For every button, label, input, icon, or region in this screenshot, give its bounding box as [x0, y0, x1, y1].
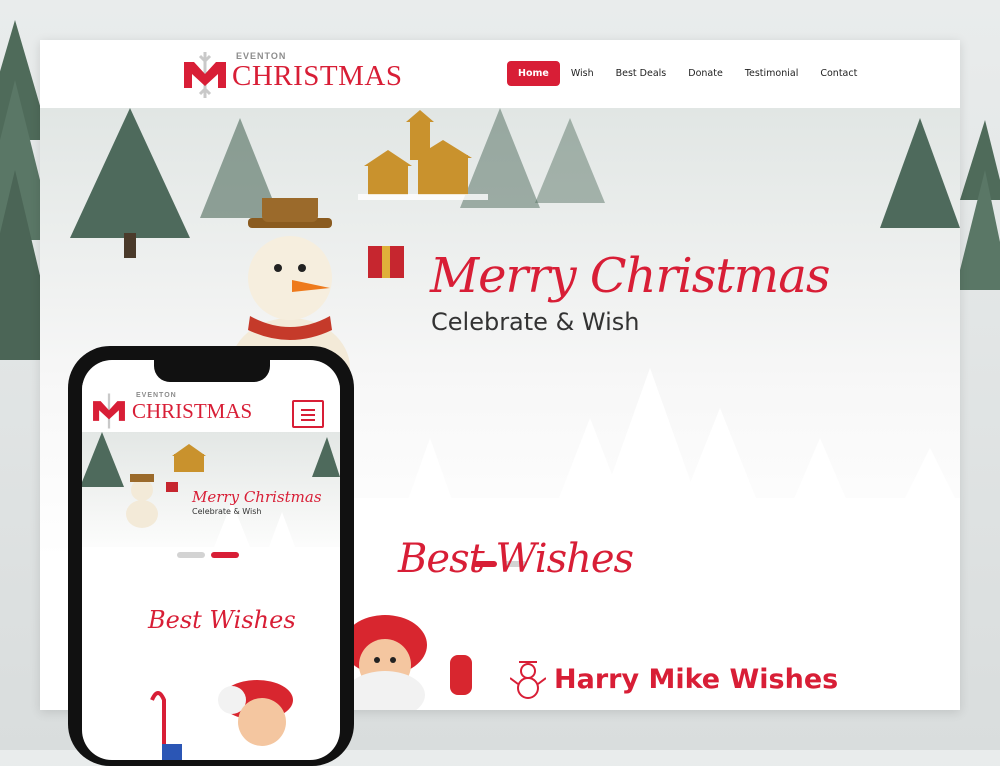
mobile-hero-subtitle: Celebrate & Wish — [192, 507, 262, 516]
mobile-hero-slider: Merry Christmas Celebrate & Wish — [82, 432, 340, 560]
nav-item-contact[interactable]: Contact — [809, 61, 868, 86]
nav-item-best-deals[interactable]: Best Deals — [605, 61, 678, 86]
mobile-logo-small-text: EVENTON — [136, 392, 177, 399]
mobile-slider-dot-2[interactable] — [211, 552, 239, 558]
snowflake-logo-icon — [184, 52, 226, 98]
mobile-slider-dot-1[interactable] — [177, 552, 205, 558]
nav-item-donate[interactable]: Donate — [677, 61, 734, 86]
snowflake-logo-icon — [93, 393, 125, 429]
best-wishes-title: Best Wishes — [398, 536, 634, 582]
wish-card-title: Harry Mike Wishes — [554, 663, 839, 695]
mobile-logo-title-text: CHRISTMAS — [132, 399, 253, 423]
nav-item-testimonial[interactable]: Testimonial — [734, 61, 810, 86]
main-nav: Home Wish Best Deals Donate Testimonial … — [507, 61, 868, 86]
hero-subtitle: Celebrate & Wish — [431, 308, 640, 336]
snow-trees-silhouette-icon — [340, 368, 960, 558]
mobile-screen: EVENTON CHRISTMAS Merry Christmas Celebr… — [82, 360, 340, 760]
santa-claus-illustration-icon — [343, 615, 472, 710]
hero-title: Merry Christmas — [430, 248, 830, 304]
logo-title-text: CHRISTMAS — [232, 60, 403, 92]
phone-notch — [154, 360, 270, 382]
mobile-best-wishes-title: Best Wishes — [148, 606, 296, 634]
snowman-icon — [510, 661, 546, 699]
village-houses-icon — [358, 110, 488, 200]
background-pine-tree-right — [955, 120, 1000, 290]
mobile-slider-dots — [177, 552, 239, 558]
mobile-hero-title: Merry Christmas — [192, 488, 322, 506]
mobile-santa-illustration-icon — [150, 680, 293, 760]
nav-item-wish[interactable]: Wish — [560, 61, 605, 86]
site-logo[interactable]: EVENTON CHRISTMAS — [180, 46, 402, 102]
nav-item-home[interactable]: Home — [507, 61, 560, 86]
mobile-header: EVENTON CHRISTMAS — [82, 382, 340, 432]
mobile-phone-mockup: EVENTON CHRISTMAS Merry Christmas Celebr… — [68, 346, 354, 766]
site-header: EVENTON CHRISTMAS Home Wish Best Deals D… — [40, 40, 960, 108]
hamburger-menu-button[interactable] — [292, 400, 324, 428]
wish-card-header: Harry Mike Wishes — [510, 658, 838, 700]
